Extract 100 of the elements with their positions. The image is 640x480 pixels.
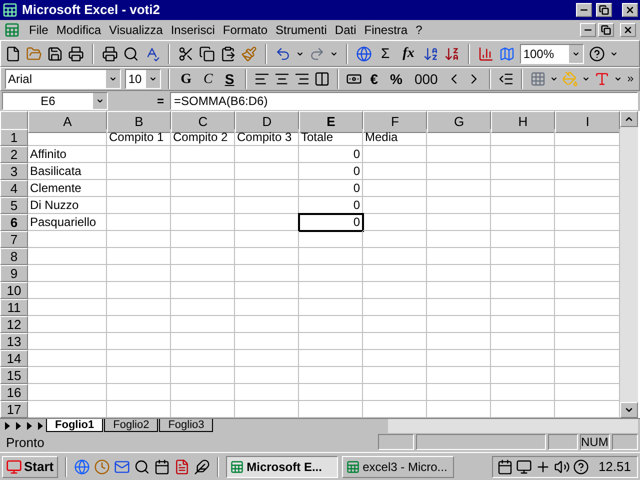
menu-item[interactable]: Visualizza (106, 20, 166, 39)
indent-icon[interactable] (498, 71, 514, 88)
row-header[interactable]: 12 (0, 316, 28, 334)
sort-ascending-icon[interactable] (423, 46, 440, 62)
minimize-button[interactable] (576, 2, 592, 17)
percent-button[interactable]: % (386, 68, 406, 90)
sheet-tab[interactable]: Foglio2 (104, 419, 158, 432)
align-left-icon[interactable] (254, 71, 270, 88)
font-color-icon[interactable] (594, 71, 610, 88)
row-header[interactable]: 4 (0, 180, 28, 198)
row-header[interactable]: 8 (0, 248, 28, 266)
clock-icon[interactable] (94, 458, 110, 475)
scroll-up-button[interactable] (620, 111, 638, 128)
row-header[interactable]: 17 (0, 401, 28, 418)
formula-field[interactable]: =SOMMA(B6:D6) (170, 92, 638, 110)
print-preview-icon[interactable] (123, 46, 139, 62)
column-header[interactable]: C (171, 111, 235, 133)
map-icon[interactable] (499, 46, 516, 62)
taskbar-button[interactable]: excel3 - Micro... (342, 456, 454, 478)
row-header[interactable]: 15 (0, 367, 28, 384)
scroll-down-button[interactable] (620, 402, 638, 418)
feather-icon[interactable] (194, 458, 210, 475)
redo-icon[interactable] (309, 46, 325, 62)
column-header[interactable]: D (235, 111, 299, 133)
save-icon[interactable] (47, 46, 63, 62)
row-header[interactable]: 1 (0, 129, 28, 146)
start-button[interactable]: Start (2, 456, 58, 478)
name-box[interactable]: E6 (2, 92, 108, 110)
font-field[interactable]: Arial (5, 69, 122, 90)
menu-item[interactable]: Formato (220, 20, 271, 39)
row-header[interactable]: 2 (0, 146, 28, 164)
thousands-button[interactable]: 000 (410, 68, 442, 90)
paste-icon[interactable] (220, 46, 236, 62)
autosum-button[interactable]: Σ (377, 42, 394, 65)
row-header[interactable]: 6 (0, 214, 28, 232)
globe-icon[interactable] (356, 46, 372, 62)
menu-item[interactable]: Strumenti (272, 20, 330, 39)
menu-item[interactable]: Finestra (361, 20, 411, 39)
align-right-icon[interactable] (294, 71, 310, 88)
underline-button[interactable]: S (220, 68, 238, 90)
workbook-icon[interactable] (4, 22, 20, 38)
restore-button[interactable] (596, 2, 612, 17)
restore-button[interactable] (598, 22, 614, 37)
menu-item[interactable]: Inserisci (168, 20, 218, 39)
format-painter-icon[interactable] (241, 46, 257, 62)
close-button[interactable] (622, 2, 638, 17)
column-header[interactable]: E (299, 111, 363, 133)
row-header[interactable]: 13 (0, 333, 28, 350)
column-header[interactable]: F (363, 111, 427, 133)
menu-item[interactable]: Modifica (53, 20, 104, 39)
column-header[interactable]: A (28, 111, 107, 133)
sheet-tab[interactable]: Foglio1 (46, 419, 104, 432)
fill-color-icon[interactable] (562, 71, 578, 88)
sort-descending-icon[interactable] (444, 46, 460, 62)
taskbar-button[interactable]: Microsoft E... (226, 456, 338, 478)
horizontal-scrollbar[interactable] (388, 418, 638, 433)
menu-item[interactable]: File (26, 20, 52, 39)
search-icon[interactable] (134, 458, 150, 475)
zoom-field[interactable]: 100% (520, 44, 584, 64)
chart-icon[interactable] (478, 46, 494, 62)
menu-item[interactable]: ? (412, 20, 426, 39)
row-header[interactable]: 16 (0, 384, 28, 402)
sheet-tab[interactable]: Foglio3 (159, 419, 214, 432)
open-folder-icon[interactable] (26, 46, 42, 62)
close-button[interactable] (620, 22, 636, 37)
previous-sheet-icon[interactable] (13, 420, 23, 432)
new-icon[interactable] (5, 46, 21, 62)
row-header[interactable]: 10 (0, 282, 28, 300)
function-button[interactable]: fx (398, 42, 418, 65)
print-icon[interactable] (102, 46, 118, 62)
document-icon[interactable] (174, 458, 190, 475)
monitor-icon[interactable] (516, 458, 532, 475)
printer-icon[interactable] (68, 46, 84, 62)
row-header[interactable]: 3 (0, 163, 28, 180)
menu-item[interactable]: Dati (332, 20, 360, 39)
cut-icon[interactable] (178, 46, 194, 62)
column-header[interactable]: B (107, 111, 171, 133)
scheduler-icon[interactable] (497, 458, 514, 475)
column-header[interactable]: I (555, 111, 620, 133)
row-header[interactable]: 9 (0, 265, 28, 282)
first-sheet-icon[interactable] (2, 420, 12, 432)
bold-button[interactable]: G (176, 68, 196, 90)
row-header[interactable]: 11 (0, 299, 28, 316)
envelope-icon[interactable] (114, 458, 130, 475)
font-size-field[interactable]: 10 (125, 69, 161, 90)
row-header[interactable]: 7 (0, 231, 28, 248)
more-icon[interactable] (626, 74, 635, 84)
help-icon[interactable] (589, 46, 606, 62)
calendar-icon[interactable] (154, 458, 170, 475)
row-header[interactable]: 14 (0, 350, 28, 368)
next-sheet-icon[interactable] (24, 420, 34, 432)
globe-icon[interactable] (74, 458, 90, 475)
align-center-icon[interactable] (274, 71, 290, 88)
minimize-button[interactable] (580, 22, 596, 37)
euro-button[interactable]: € (366, 68, 382, 90)
column-header[interactable]: H (491, 111, 555, 133)
vertical-scrollbar[interactable] (620, 111, 638, 418)
copy-icon[interactable] (199, 46, 215, 62)
speaker-icon[interactable] (554, 458, 570, 475)
italic-button[interactable]: C (200, 68, 217, 90)
